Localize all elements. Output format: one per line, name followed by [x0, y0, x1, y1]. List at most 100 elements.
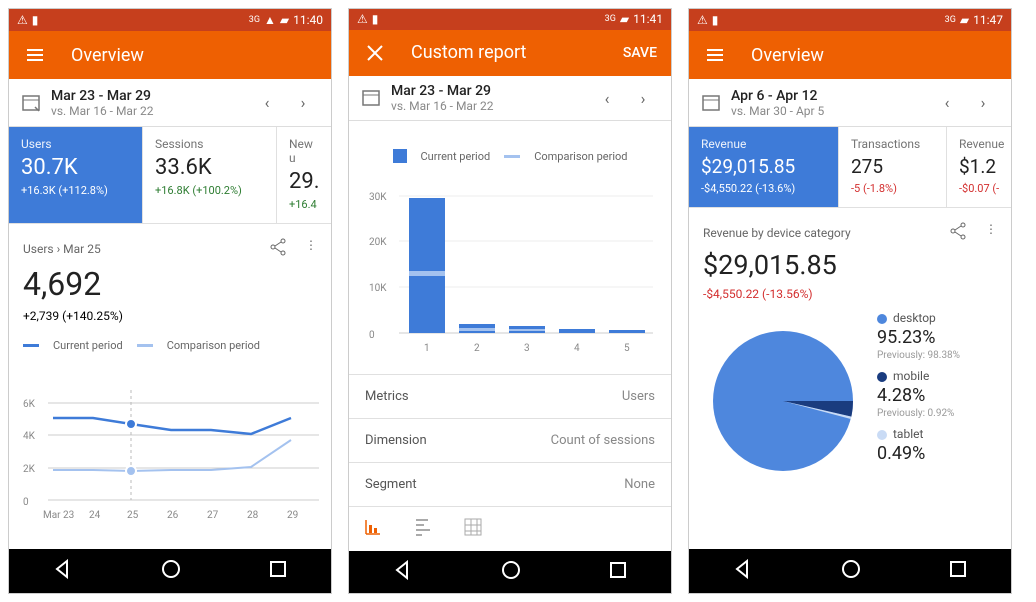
date-next-button[interactable]: ›: [971, 91, 995, 115]
date-compare: vs. Mar 16 - Mar 22: [51, 104, 255, 118]
back-button[interactable]: [53, 559, 73, 583]
android-navbar: [349, 551, 671, 593]
close-icon[interactable]: [363, 41, 387, 65]
svg-text:3: 3: [524, 343, 530, 354]
pie-chart-section: desktop 95.23% Previously: 98.38% mobile…: [689, 311, 1011, 485]
view-toggle: [349, 507, 671, 551]
svg-text:10K: 10K: [369, 283, 387, 294]
battery-icon: ▰: [620, 12, 629, 26]
chart-legend: Current period Comparison period: [23, 339, 317, 352]
svg-text:28: 28: [247, 510, 259, 521]
share-icon[interactable]: [949, 222, 967, 243]
date-range: Mar 23 - Mar 29 vs. Mar 16 - Mar 22: [391, 83, 595, 113]
legend-tablet: tablet: [877, 427, 997, 441]
line-chart: 02K4K6K Mar 23242526272829: [9, 370, 331, 540]
svg-text:5: 5: [624, 343, 630, 354]
date-range-bar[interactable]: Mar 23 - Mar 29 vs. Mar 16 - Mar 22 ‹ ›: [9, 79, 331, 127]
date-prev-button[interactable]: ‹: [595, 86, 619, 110]
hamburger-icon[interactable]: [23, 43, 47, 67]
detail-section: Users › Mar 25 ⋮ 4,692 +2,739 (+140.25%)…: [9, 224, 331, 362]
row-metrics[interactable]: MetricsUsers: [349, 375, 671, 419]
calendar-icon: [21, 93, 41, 113]
tab-revenue[interactable]: Revenue $29,015.85 -$4,550.22 (-13.6%): [689, 127, 839, 207]
detail-delta: +2,739 (+140.25%): [23, 309, 317, 323]
tab-users[interactable]: Users 30.7K +16.3K (+112.8%): [9, 127, 143, 223]
recent-button[interactable]: [949, 560, 967, 582]
svg-text:24: 24: [89, 510, 101, 521]
date-next-button[interactable]: ›: [291, 91, 315, 115]
bar-chart: 010K20K30K 12345: [369, 183, 651, 374]
clock: 11:41: [633, 12, 663, 26]
detail-delta: -$4,550.22 (-13.56%): [703, 287, 997, 301]
date-range-bar[interactable]: Apr 6 - Apr 12 vs. Mar 30 - Apr 5 ‹ ›: [689, 79, 1011, 127]
legend-mobile: mobile: [877, 369, 997, 383]
android-navbar: [9, 549, 331, 593]
detail-value: 4,692: [23, 265, 317, 303]
tab-revenue-per[interactable]: Revenue $1.2 -$0.07 (-: [947, 127, 1012, 207]
share-icon[interactable]: [269, 238, 287, 259]
sim-icon: ▮: [32, 13, 39, 27]
date-main: Mar 23 - Mar 29: [51, 88, 255, 104]
recent-button[interactable]: [269, 560, 287, 582]
svg-text:0: 0: [369, 330, 375, 341]
report-settings: MetricsUsers DimensionCount of sessions …: [349, 374, 671, 507]
legend-swatch-compare: [137, 344, 153, 347]
tab-transactions[interactable]: Transactions 275 -5 (-1.8%): [839, 127, 947, 207]
row-dimension[interactable]: DimensionCount of sessions: [349, 419, 671, 463]
hamburger-icon[interactable]: [703, 43, 727, 67]
app-bar: Overview: [689, 31, 1011, 79]
pie-chart: [703, 311, 863, 471]
home-button[interactable]: [840, 558, 862, 584]
date-prev-button[interactable]: ‹: [935, 91, 959, 115]
screen-overview-revenue: ⚠▮ 3G▰11:47 Overview Apr 6 - Apr 12 vs. …: [688, 8, 1012, 594]
legend-desktop: desktop: [877, 311, 997, 325]
row-segment[interactable]: SegmentNone: [349, 463, 671, 507]
screen-custom-report: ⚠▮ 3G▰11:41 Custom report SAVE Mar 23 - …: [348, 8, 672, 594]
date-range: Mar 23 - Mar 29 vs. Mar 16 - Mar 22: [51, 88, 255, 118]
page-title: Overview: [71, 45, 144, 66]
svg-text:2K: 2K: [23, 464, 36, 475]
date-range-bar[interactable]: Mar 23 - Mar 29 vs. Mar 16 - Mar 22 ‹ ›: [349, 76, 671, 122]
svg-text:4: 4: [574, 343, 580, 354]
home-button[interactable]: [160, 558, 182, 584]
chart-legend: Current period Comparison period: [349, 137, 671, 163]
breadcrumb: Users › Mar 25: [23, 242, 101, 256]
app-bar: Overview: [9, 31, 331, 79]
clock: 11:40: [293, 13, 323, 27]
date-prev-button[interactable]: ‹: [255, 91, 279, 115]
back-button[interactable]: [733, 559, 753, 583]
battery-icon: ▰: [280, 13, 289, 27]
app-bar: Custom report SAVE: [349, 30, 671, 76]
svg-text:4K: 4K: [23, 431, 36, 442]
bar-chart-icon[interactable]: [363, 517, 383, 541]
calendar-icon: [361, 88, 381, 108]
svg-text:27: 27: [207, 510, 219, 521]
status-bar: ⚠▮ 3G▰11:47: [689, 9, 1011, 31]
svg-text:0: 0: [23, 497, 29, 508]
detail-section: Revenue by device category ⋮ $29,015.85 …: [689, 208, 1011, 311]
home-button[interactable]: [500, 559, 522, 585]
android-navbar: [689, 549, 1011, 593]
metric-tabs: Revenue $29,015.85 -$4,550.22 (-13.6%) T…: [689, 127, 1011, 208]
tab-sessions[interactable]: Sessions 33.6K +16.8K (+100.2%): [143, 127, 277, 223]
date-next-button[interactable]: ›: [631, 86, 655, 110]
more-icon[interactable]: ⋮: [305, 238, 317, 259]
tab-new-users[interactable]: New u 29. +16.4: [277, 127, 332, 223]
horizontal-bar-icon[interactable]: [413, 517, 433, 541]
more-icon[interactable]: ⋮: [985, 222, 997, 243]
signal-3g-icon: 3G: [605, 14, 616, 24]
sim-icon: ▮: [712, 13, 719, 27]
signal-3g-icon: 3G: [945, 15, 956, 25]
calendar-icon: [701, 93, 721, 113]
back-button[interactable]: [393, 560, 413, 584]
svg-text:25: 25: [127, 510, 139, 521]
recent-button[interactable]: [609, 561, 627, 583]
table-icon[interactable]: [463, 517, 483, 541]
breadcrumb: Revenue by device category: [703, 226, 851, 240]
date-range: Apr 6 - Apr 12 vs. Mar 30 - Apr 5: [731, 88, 935, 118]
status-bar: ⚠▮ 3G▲▰11:40: [9, 9, 331, 31]
save-button[interactable]: SAVE: [623, 45, 657, 61]
status-bar: ⚠▮ 3G▰11:41: [349, 9, 671, 30]
battery-icon: ▰: [960, 13, 969, 27]
svg-text:2: 2: [474, 343, 480, 354]
